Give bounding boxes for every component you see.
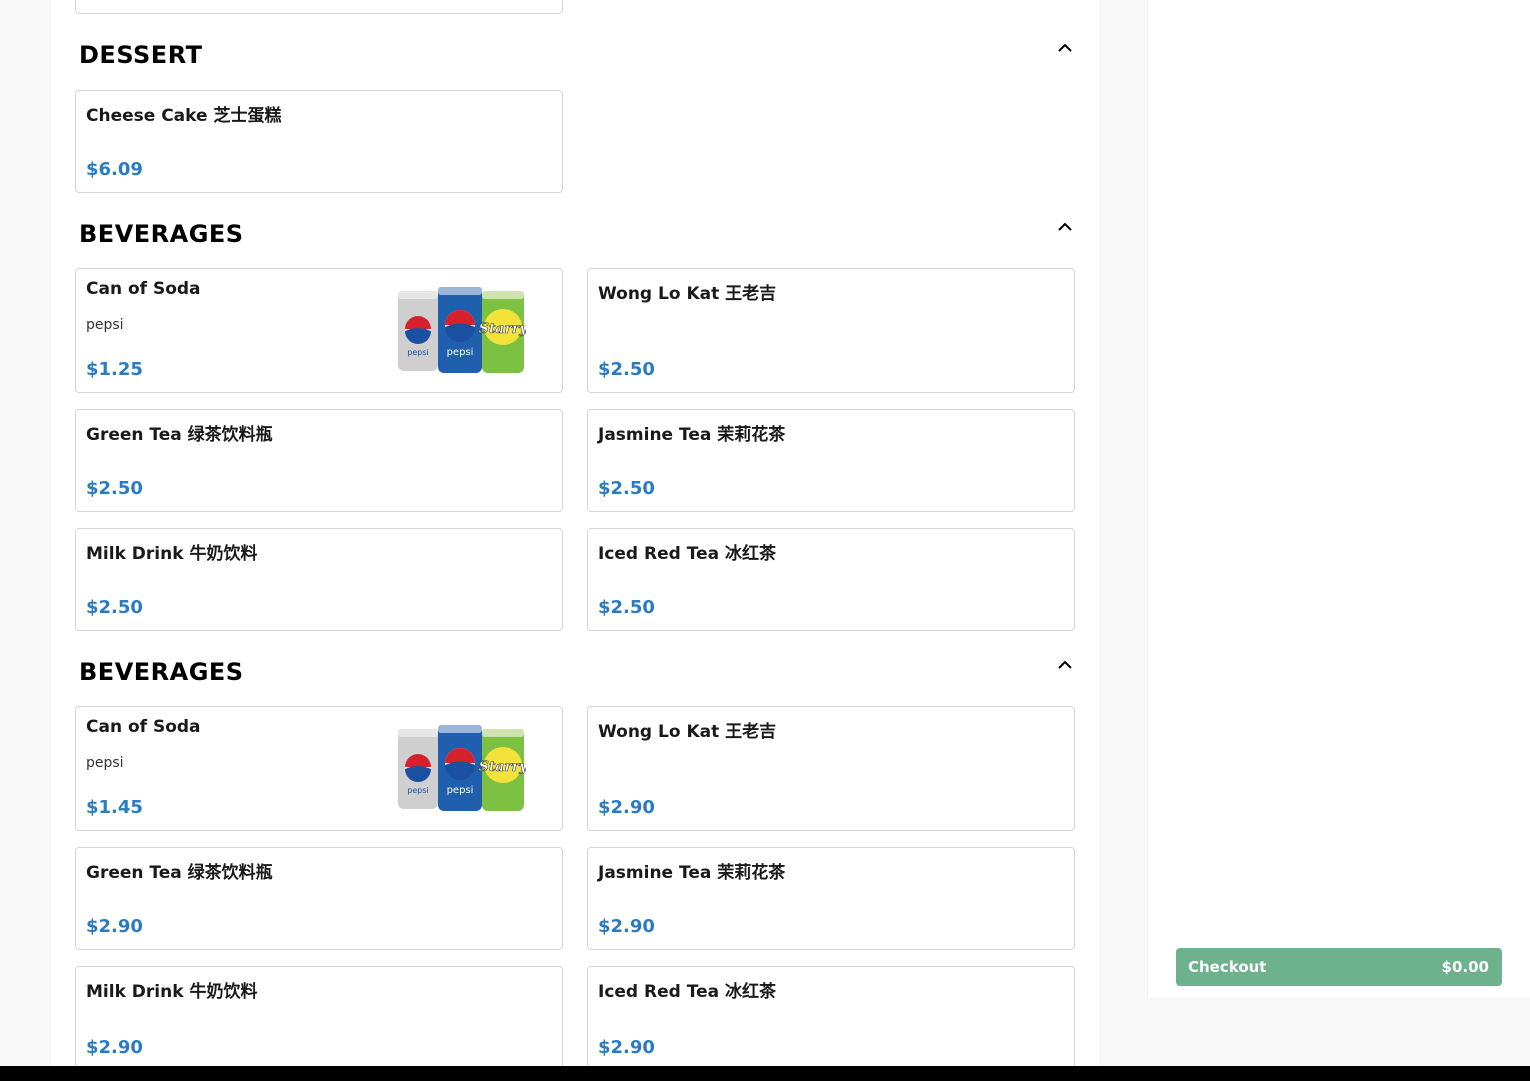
menu-item-card[interactable]: Jasmine Tea 茉莉花茶 $2.90 xyxy=(587,847,1075,950)
item-name: Wong Lo Kat 王老吉 xyxy=(598,722,777,742)
item-name: Can of Soda xyxy=(86,279,201,299)
section-title-beverages: BEVERAGES xyxy=(79,220,244,248)
item-name: Green Tea 绿茶饮料瓶 xyxy=(86,425,273,445)
item-name: Jasmine Tea 茉莉花茶 xyxy=(598,425,786,445)
item-price: $2.90 xyxy=(86,916,143,937)
item-description: pepsi xyxy=(86,317,124,333)
menu-item-card[interactable]: Can of Soda pepsi $1.25 pepsi pepsi Star… xyxy=(75,268,563,393)
item-name: Milk Drink 牛奶饮料 xyxy=(86,544,258,564)
item-name: Wong Lo Kat 王老吉 xyxy=(598,284,777,304)
chevron-up-icon[interactable] xyxy=(1057,42,1073,54)
menu-item-card[interactable]: Can of Soda pepsi $1.45 pepsi pepsi Star… xyxy=(75,706,563,831)
item-price: $1.25 xyxy=(86,359,143,380)
svg-text:Starry: Starry xyxy=(479,321,526,337)
item-description: pepsi xyxy=(86,755,124,771)
svg-text:pepsi: pepsi xyxy=(447,785,474,796)
menu-item-card[interactable]: Milk Drink 牛奶饮料 $2.50 xyxy=(75,528,563,631)
item-price: $2.50 xyxy=(86,478,143,499)
item-name: Milk Drink 牛奶饮料 xyxy=(86,982,258,1002)
item-price: $2.90 xyxy=(598,1037,655,1058)
menu-item-card[interactable]: Green Tea 绿茶饮料瓶 $2.90 xyxy=(75,847,563,950)
item-price: $2.90 xyxy=(598,916,655,937)
item-name: Jasmine Tea 茉莉花茶 xyxy=(598,863,786,883)
menu-item-card[interactable]: Iced Red Tea 冰红茶 $2.50 xyxy=(587,528,1075,631)
item-price: $6.09 xyxy=(86,159,143,180)
checkout-amount: $0.00 xyxy=(1441,958,1489,976)
checkout-button[interactable]: Checkout $0.00 xyxy=(1176,948,1502,986)
menu-item-card[interactable]: Iced Red Tea 冰红茶 $2.90 xyxy=(587,966,1075,1066)
item-price: $2.90 xyxy=(598,797,655,818)
menu-panel: DESSERT Cheese Cake 芝士蛋糕 $6.09 BEVERAGES… xyxy=(51,0,1099,1066)
item-name: Iced Red Tea 冰红茶 xyxy=(598,982,776,1002)
soda-cans-image: pepsi pepsi Starry xyxy=(398,287,526,373)
item-price: $2.50 xyxy=(86,597,143,618)
cart-panel xyxy=(1147,0,1530,997)
item-name: Green Tea 绿茶饮料瓶 xyxy=(86,863,273,883)
svg-text:Starry: Starry xyxy=(479,759,526,775)
chevron-up-icon[interactable] xyxy=(1057,659,1073,671)
item-price: $2.50 xyxy=(598,597,655,618)
menu-item-card[interactable]: Milk Drink 牛奶饮料 $2.90 xyxy=(75,966,563,1066)
section-title-beverages: BEVERAGES xyxy=(79,658,244,686)
item-name: Can of Soda xyxy=(86,717,201,737)
svg-text:pepsi: pepsi xyxy=(407,786,428,795)
menu-item-card[interactable]: Green Tea 绿茶饮料瓶 $2.50 xyxy=(75,409,563,512)
section-title-dessert: DESSERT xyxy=(79,41,203,69)
soda-cans-image: pepsi pepsi Starry xyxy=(398,725,526,811)
item-price: $2.50 xyxy=(598,478,655,499)
item-price: $2.50 xyxy=(598,359,655,380)
chevron-up-icon[interactable] xyxy=(1057,221,1073,233)
menu-item-card[interactable]: Wong Lo Kat 王老吉 $2.90 xyxy=(587,706,1075,831)
menu-item-card[interactable]: Wong Lo Kat 王老吉 $2.50 xyxy=(587,268,1075,393)
item-price: $2.90 xyxy=(86,1037,143,1058)
menu-item-card-partial[interactable] xyxy=(75,0,563,14)
item-price: $1.45 xyxy=(86,797,143,818)
item-name: Cheese Cake 芝士蛋糕 xyxy=(86,106,282,126)
svg-text:pepsi: pepsi xyxy=(447,347,474,358)
menu-item-card[interactable]: Jasmine Tea 茉莉花茶 $2.50 xyxy=(587,409,1075,512)
checkout-label: Checkout xyxy=(1188,958,1267,976)
item-name: Iced Red Tea 冰红茶 xyxy=(598,544,776,564)
bottom-bar xyxy=(0,1066,1530,1081)
svg-text:pepsi: pepsi xyxy=(407,348,428,357)
menu-item-card[interactable]: Cheese Cake 芝士蛋糕 $6.09 xyxy=(75,90,563,193)
